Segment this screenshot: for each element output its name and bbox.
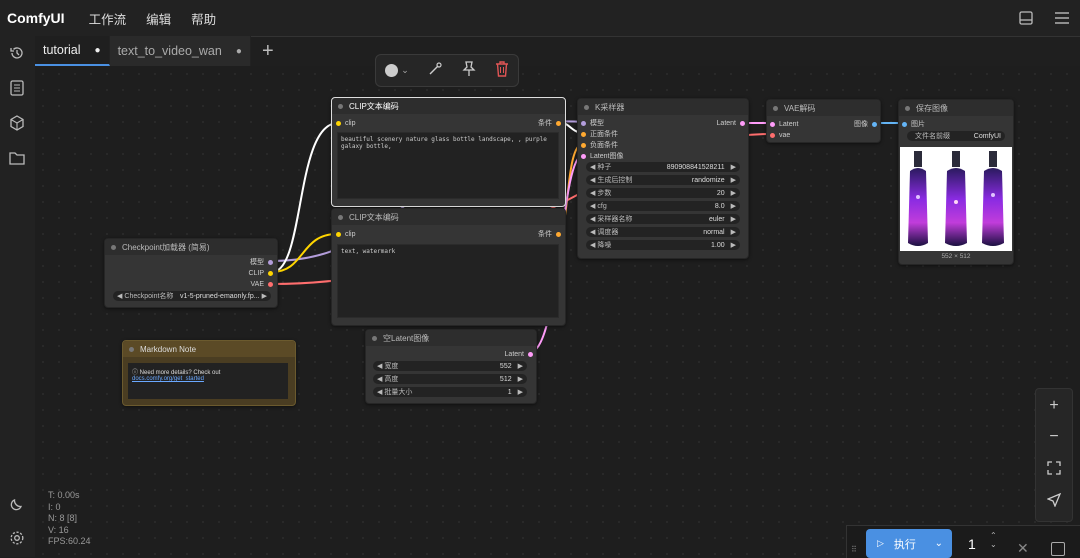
bottle-2 (945, 151, 967, 246)
batch-count-input[interactable]: 1 (968, 536, 976, 552)
widget-control-after-generate[interactable]: ◀ 生成后控制 randomize ▶ (586, 175, 740, 185)
docs-link[interactable]: docs.comfy.org/get_started (132, 376, 204, 382)
node-title: VAE解码 (784, 103, 816, 113)
input-slot-model[interactable]: 模型 (581, 118, 604, 128)
image-size-label: 552 × 512 (941, 253, 971, 260)
queue-run-bar: ⠿ ▷ 执行 ⌄ 1 ⌃ ⌄ ✕ (846, 525, 1080, 558)
node-clip-text-encode-positive[interactable]: CLIP文本编码 clip 条件 beautiful scenery natur… (331, 97, 566, 207)
node-title: Checkpoint加载器 (简易) (122, 242, 210, 252)
bottle-3 (982, 151, 1004, 246)
stat-nodes: N: 8 [8] (48, 513, 78, 523)
widget-denoise[interactable]: ◀ 降噪 1.00 ▶ (586, 240, 740, 250)
output-slot-latent[interactable]: Latent (505, 349, 533, 359)
output-slot-clip[interactable]: CLIP (248, 268, 273, 278)
color-picker-button[interactable]: ⌄ (385, 64, 409, 77)
stop-icon[interactable] (1051, 542, 1065, 556)
selection-toolbox: ⌄ (375, 54, 519, 87)
stat-i: I: 0 (48, 501, 61, 512)
note-content[interactable]: ⓘ Need more details? Check out docs.comf… (128, 363, 288, 399)
trash-icon (495, 61, 508, 77)
node-title: Markdown Note (140, 344, 197, 354)
node-vae-decode[interactable]: VAE解码 Latent vae 图像 (766, 99, 881, 143)
pin-icon (462, 61, 476, 76)
drag-handle-icon[interactable]: ⠿ (851, 545, 857, 554)
play-icon: ▷ (877, 538, 884, 548)
stat-v: V: 16 (48, 524, 69, 535)
color-swatch-icon (385, 64, 399, 77)
node-ksampler[interactable]: K采样器 模型 正面条件 负面条件 Latent图像 Latent ◀ 种子 890… (577, 98, 749, 259)
widget-height[interactable]: ◀ 高度 512 ▶ (373, 374, 527, 384)
widget-seed[interactable]: ◀ 种子 890908841528211 ▶ (586, 162, 740, 172)
output-slot-vae[interactable]: VAE (251, 279, 273, 289)
stat-fps: FPS:60.24 (48, 536, 91, 546)
pin-button[interactable] (462, 61, 476, 80)
widget-cfg[interactable]: ◀ cfg 8.0 ▶ (586, 201, 740, 211)
select-mode-icon[interactable] (1036, 485, 1072, 515)
generated-image-preview[interactable] (900, 147, 1012, 251)
input-slot-samples[interactable]: Latent (770, 119, 798, 129)
output-slot-image[interactable]: 图像 (854, 119, 877, 129)
input-slot-clip[interactable]: clip (336, 229, 356, 239)
widget-batch-size[interactable]: ◀ 批量大小 1 ▶ (373, 387, 527, 397)
prompt-textarea[interactable]: text, watermark (337, 244, 559, 318)
fit-view-icon[interactable] (1036, 453, 1072, 483)
widget-scheduler[interactable]: ◀ 调度器 normal ▶ (586, 227, 740, 237)
input-slot-images[interactable]: 图片 (902, 119, 925, 129)
arrow-left-icon: ◀ (117, 293, 123, 300)
node-empty-latent-image[interactable]: 空Latent图像 Latent ◀ 宽度 552 ▶ ◀ 高度 512 ▶ ◀ 批量大小 1 ▶ (365, 329, 537, 404)
clear-queue-icon[interactable]: ✕ (1017, 540, 1029, 557)
zoom-in-icon[interactable]: + (1036, 391, 1072, 421)
input-slot-negative[interactable]: 负面条件 (581, 140, 618, 150)
node-title: CLIP文本编码 (349, 101, 399, 111)
prompt-textarea[interactable]: beautiful scenery nature glass bottle la… (337, 132, 559, 199)
chevron-down-icon[interactable]: ⌄ (935, 538, 943, 549)
canvas-zoom-controls: + − (1035, 388, 1073, 522)
output-slot-latent[interactable]: Latent (717, 118, 745, 128)
node-clip-text-encode-negative[interactable]: CLIP文本编码 clip 条件 text, watermark (331, 208, 566, 326)
widget-steps[interactable]: ◀ 步数 20 ▶ (586, 188, 740, 198)
input-slot-latent-image[interactable]: Latent图像 (581, 151, 623, 161)
bypass-button[interactable] (427, 61, 443, 80)
input-slot-clip[interactable]: clip (336, 118, 356, 128)
filename-prefix-field[interactable]: 文件名前缀 ComfyUI (907, 131, 1005, 141)
output-slot-model[interactable]: 模型 (250, 257, 273, 267)
widget-sampler-name[interactable]: ◀ 采样器名称 euler ▶ (586, 214, 740, 224)
arrow-right-icon: ▶ (261, 293, 267, 300)
node-title: CLIP文本编码 (349, 212, 399, 222)
node-title: K采样器 (595, 102, 625, 112)
magic-wand-icon (429, 62, 443, 75)
checkpoint-name-combo[interactable]: ◀ Checkpoint名称 v1-5-pruned-emaonly.fp...… (113, 291, 271, 301)
run-button[interactable]: ▷ 执行 ⌄ (866, 529, 952, 558)
node-title: 保存图像 (916, 103, 948, 113)
node-checkpoint-loader[interactable]: Checkpoint加载器 (简易) 模型 CLIP VAE ◀ Checkpo… (104, 238, 278, 308)
delete-button[interactable] (495, 61, 509, 80)
run-label: 执行 (893, 538, 916, 551)
node-save-image[interactable]: 保存图像 图片 文件名前缀 ComfyUI 552 × 512 (898, 99, 1014, 265)
batch-stepper-icon[interactable]: ⌃ ⌄ (990, 531, 997, 549)
stat-time: T: 0.00s (48, 490, 80, 500)
output-slot-conditioning[interactable]: 条件 (538, 118, 561, 128)
zoom-out-icon[interactable]: − (1036, 422, 1072, 452)
widget-width[interactable]: ◀ 宽度 552 ▶ (373, 361, 527, 371)
output-slot-conditioning[interactable]: 条件 (538, 229, 561, 239)
chevron-down-icon: ⌄ (401, 65, 409, 75)
input-slot-vae[interactable]: vae (770, 130, 790, 140)
input-slot-positive[interactable]: 正面条件 (581, 129, 618, 139)
node-markdown-note[interactable]: Markdown Note ⓘ Need more details? Check… (122, 340, 296, 406)
render-stats: T: 0.00s I: 0 N: 8 [8] V: 16 FPS:60.24 (48, 490, 91, 548)
node-title: 空Latent图像 (383, 333, 430, 343)
